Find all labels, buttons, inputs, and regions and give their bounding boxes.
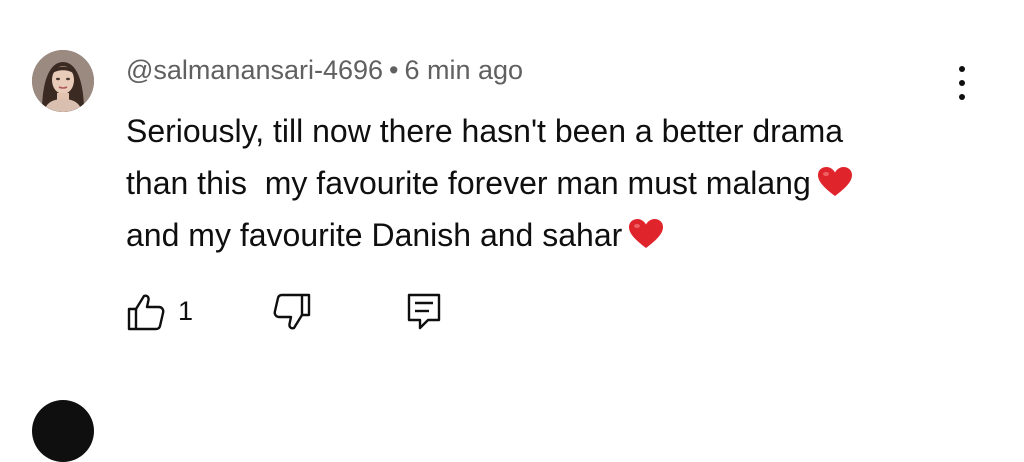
more-vertical-icon-dot	[959, 80, 965, 86]
reply-button[interactable]	[404, 292, 444, 332]
comment-time: 6 min ago	[404, 55, 524, 85]
more-options-button[interactable]	[950, 66, 974, 100]
comment-meta: @salmanansari-4696 • 6 min ago	[126, 55, 523, 86]
author-handle[interactable]: @salmanansari-4696	[126, 55, 383, 85]
avatar-image	[32, 50, 94, 112]
comment-text-line: than this my favourite forever man must …	[126, 157, 986, 209]
comment-text: Seriously, till now there hasn't been a …	[126, 105, 986, 261]
reply-comment-icon	[407, 293, 441, 330]
like-button[interactable]	[126, 292, 166, 332]
comment-text-line-2: than this my favourite forever man must …	[126, 165, 811, 201]
meta-separator: •	[389, 55, 399, 85]
dislike-button[interactable]	[272, 292, 312, 332]
like-count: 1	[178, 296, 194, 326]
more-vertical-icon	[959, 66, 965, 72]
comment-text-line: and my favourite Danish and sahar	[126, 209, 986, 261]
more-vertical-icon-dot	[959, 94, 965, 100]
comment-text-line-1: Seriously, till now there hasn't been a …	[126, 113, 844, 149]
next-comment-avatar[interactable]	[32, 400, 94, 462]
heart-emoji-icon	[628, 218, 664, 250]
avatar[interactable]	[32, 50, 94, 112]
comment-text-line: Seriously, till now there hasn't been a …	[126, 105, 986, 157]
thumbs-down-icon	[273, 293, 311, 330]
comment-text-line-3: and my favourite Danish and sahar	[126, 217, 623, 253]
thumbs-up-icon	[127, 294, 165, 331]
comment-thread: @salmanansari-4696 • 6 min ago Seriously, …	[0, 0, 1024, 462]
heart-emoji-icon	[817, 166, 853, 198]
